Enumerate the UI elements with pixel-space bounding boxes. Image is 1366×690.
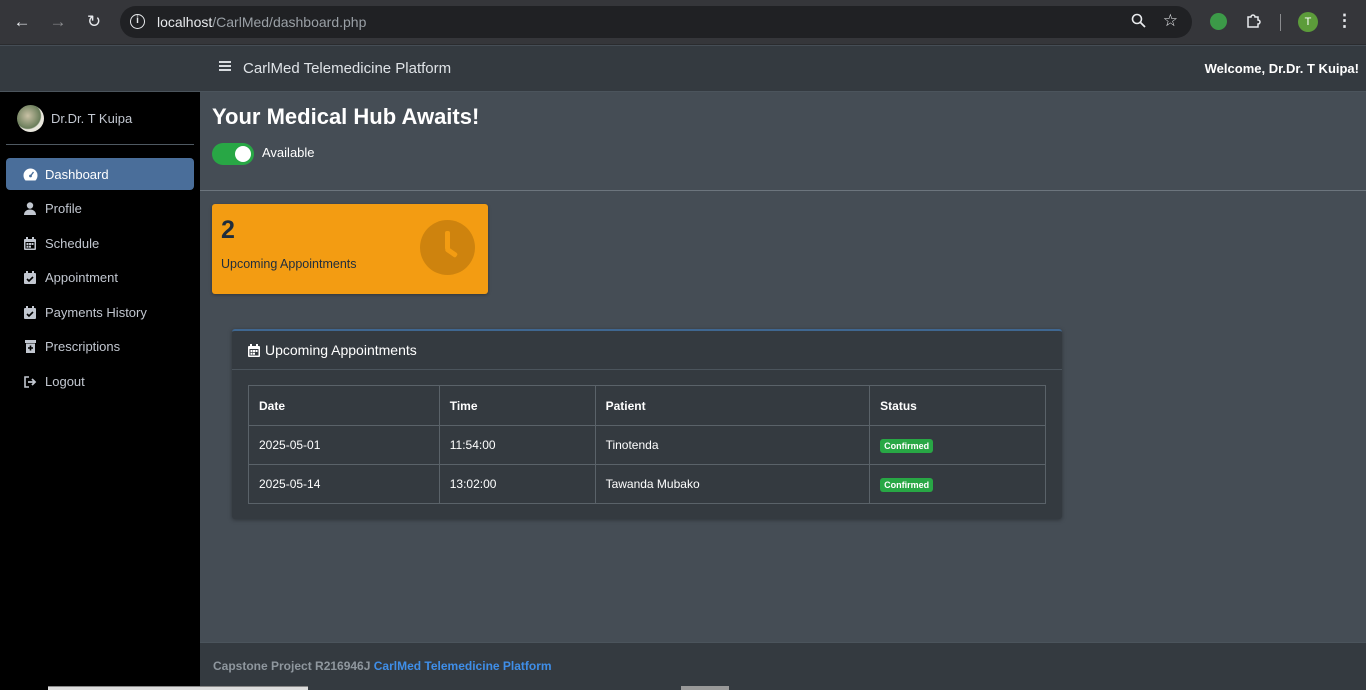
- availability-toggle[interactable]: [212, 143, 254, 165]
- back-icon[interactable]: ←: [11, 11, 33, 33]
- sidebar-item-dashboard[interactable]: Dashboard: [6, 158, 194, 190]
- welcome-text: Welcome, Dr.Dr. T Kuipa!: [1204, 61, 1359, 76]
- sidebar-brand: [0, 46, 200, 92]
- card-title: Upcoming Appointments: [265, 342, 417, 358]
- column-header-patient[interactable]: Patient: [594, 385, 871, 426]
- table-header-row: Date Time Patient Status: [248, 385, 1046, 426]
- clock-icon: [420, 220, 475, 275]
- cell-status: Confirmed: [869, 464, 1046, 504]
- site-info-icon[interactable]: i: [130, 14, 145, 29]
- user-icon: [22, 202, 38, 216]
- toggle-knob: [235, 146, 251, 162]
- upcoming-appointments-stat-box: 2 Upcoming Appointments: [212, 204, 488, 294]
- hamburger-menu-icon[interactable]: [219, 61, 231, 71]
- footer-link[interactable]: CarlMed Telemedicine Platform: [374, 659, 552, 673]
- sidebar-item-label: Prescriptions: [45, 339, 121, 355]
- status-badge: Confirmed: [880, 438, 934, 453]
- browser-toolbar: ← → ↻ i localhost/CarlMed/dashboard.php …: [0, 0, 1366, 45]
- sidebar-item-label: Logout: [45, 374, 85, 390]
- extensions-puzzle-icon[interactable]: [1245, 12, 1262, 34]
- content-divider: [200, 190, 1366, 191]
- toolbar-separator: [1280, 14, 1281, 31]
- card-header: Upcoming Appointments: [232, 331, 1062, 370]
- sidebar-item-payments-history[interactable]: Payments History: [6, 296, 194, 328]
- calendar-check-icon: [22, 305, 38, 319]
- cell-time: 11:54:00: [438, 425, 596, 465]
- url-path: /CarlMed/dashboard.php: [212, 14, 367, 30]
- page-title: Your Medical Hub Awaits!: [212, 104, 480, 129]
- user-panel[interactable]: Dr.Dr. T Kuipa: [6, 102, 194, 145]
- sidebar-item-label: Payments History: [45, 304, 147, 320]
- table-row: 2025-05-14 13:02:00 Tawanda Mubako Confi…: [248, 464, 1046, 504]
- upcoming-appointments-card: Upcoming Appointments Date Time Patient …: [232, 329, 1062, 519]
- column-header-time[interactable]: Time: [438, 385, 596, 426]
- app-title: CarlMed Telemedicine Platform: [243, 60, 452, 77]
- cell-date: 2025-05-01: [248, 425, 440, 465]
- dashboard-icon: [22, 167, 38, 181]
- sidebar-item-schedule[interactable]: Schedule: [6, 227, 194, 259]
- sidebar-user-name[interactable]: Dr.Dr. T Kuipa: [51, 111, 132, 126]
- sidebar-nav: Dashboard Profile Schedule Appointment P…: [6, 158, 194, 400]
- url-text[interactable]: localhost/CarlMed/dashboard.php: [157, 14, 366, 30]
- sidebar: Dr.Dr. T Kuipa Dashboard Profile Schedul…: [0, 46, 200, 690]
- footer-project: Capstone Project R216946J: [213, 659, 371, 673]
- calendar-icon: [22, 236, 38, 250]
- sidebar-item-appointment[interactable]: Appointment: [6, 262, 194, 294]
- column-header-status[interactable]: Status: [869, 385, 1046, 426]
- sidebar-item-profile[interactable]: Profile: [6, 193, 194, 225]
- extension-icon[interactable]: [1210, 13, 1227, 30]
- reload-icon[interactable]: ↻: [83, 11, 105, 33]
- logout-icon: [22, 375, 38, 389]
- cell-date: 2025-05-14: [248, 464, 440, 504]
- cell-status: Confirmed: [869, 425, 1046, 465]
- footer: Capstone Project R216946J CarlMed Teleme…: [200, 642, 1366, 690]
- zoom-icon[interactable]: [1131, 13, 1146, 32]
- sidebar-item-logout[interactable]: Logout: [6, 366, 194, 398]
- sidebar-item-label: Schedule: [45, 235, 100, 251]
- cell-time: 13:02:00: [438, 464, 596, 504]
- sidebar-item-label: Appointment: [45, 270, 118, 286]
- top-navbar: CarlMed Telemedicine Platform Welcome, D…: [200, 46, 1366, 92]
- browser-menu-icon[interactable]: ⋮: [1336, 11, 1353, 31]
- sidebar-item-label: Dashboard: [45, 166, 109, 182]
- table-row: 2025-05-01 11:54:00 Tinotenda Confirmed: [248, 425, 1046, 465]
- calendar-icon: [248, 343, 261, 357]
- calendar-check-icon: [22, 271, 38, 285]
- avatar[interactable]: [17, 105, 44, 132]
- url-host: localhost: [157, 14, 213, 30]
- profile-avatar[interactable]: T: [1298, 12, 1318, 32]
- download-bar: [48, 686, 308, 690]
- stat-count: 2: [221, 216, 235, 244]
- cell-patient: Tawanda Mubako: [594, 464, 871, 504]
- sidebar-item-prescriptions[interactable]: Prescriptions: [6, 331, 194, 363]
- forward-icon[interactable]: →: [47, 11, 69, 33]
- stat-label: Upcoming Appointments: [221, 257, 357, 271]
- scrollbar-thumb[interactable]: [681, 686, 729, 690]
- bookmark-star-icon[interactable]: ☆: [1163, 11, 1178, 31]
- column-header-date[interactable]: Date: [248, 385, 440, 426]
- address-bar[interactable]: i localhost/CarlMed/dashboard.php ☆: [120, 6, 1192, 38]
- sidebar-item-label: Profile: [45, 201, 82, 217]
- status-badge: Confirmed: [880, 477, 934, 492]
- availability-label: Available: [262, 145, 315, 160]
- appointments-table: Date Time Patient Status 2025-05-01 11:5…: [248, 385, 1046, 504]
- prescription-icon: [22, 340, 38, 354]
- footer-text: Capstone Project R216946J CarlMed Teleme…: [213, 659, 552, 673]
- cell-patient: Tinotenda: [594, 425, 871, 465]
